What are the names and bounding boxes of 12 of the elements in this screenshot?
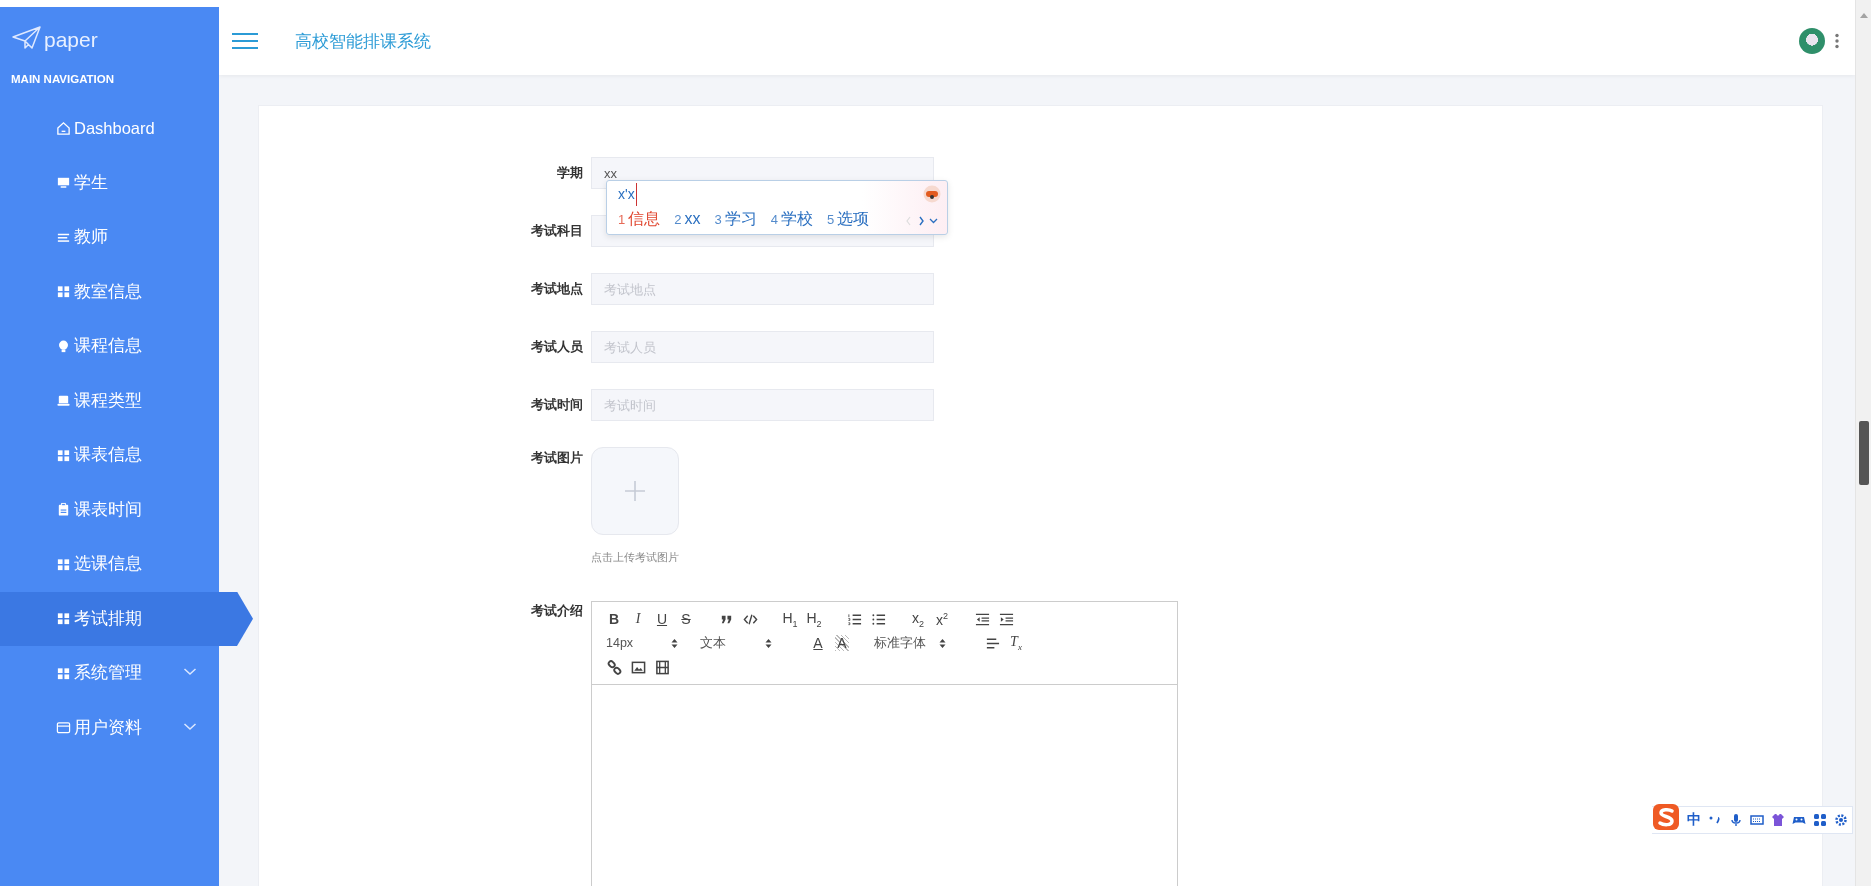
field-label: 考试图片 — [530, 449, 584, 467]
section-heading: MAIN NAVIGATION — [10, 72, 116, 87]
field-label: 学期 — [556, 164, 584, 182]
upload-hint: 点击上传考试图片 — [591, 550, 679, 565]
field-label: 考试时间 — [530, 396, 584, 414]
field-label: 考试介绍 — [530, 602, 584, 620]
field-label: 考试科目 — [530, 222, 584, 240]
ime-composition: x'x — [618, 183, 637, 206]
field-label: 考试地点 — [530, 280, 584, 298]
app-title: 高校智能排课系统 — [295, 30, 431, 53]
app-logo: paper — [44, 29, 98, 50]
field-label: 考试人员 — [530, 338, 584, 356]
